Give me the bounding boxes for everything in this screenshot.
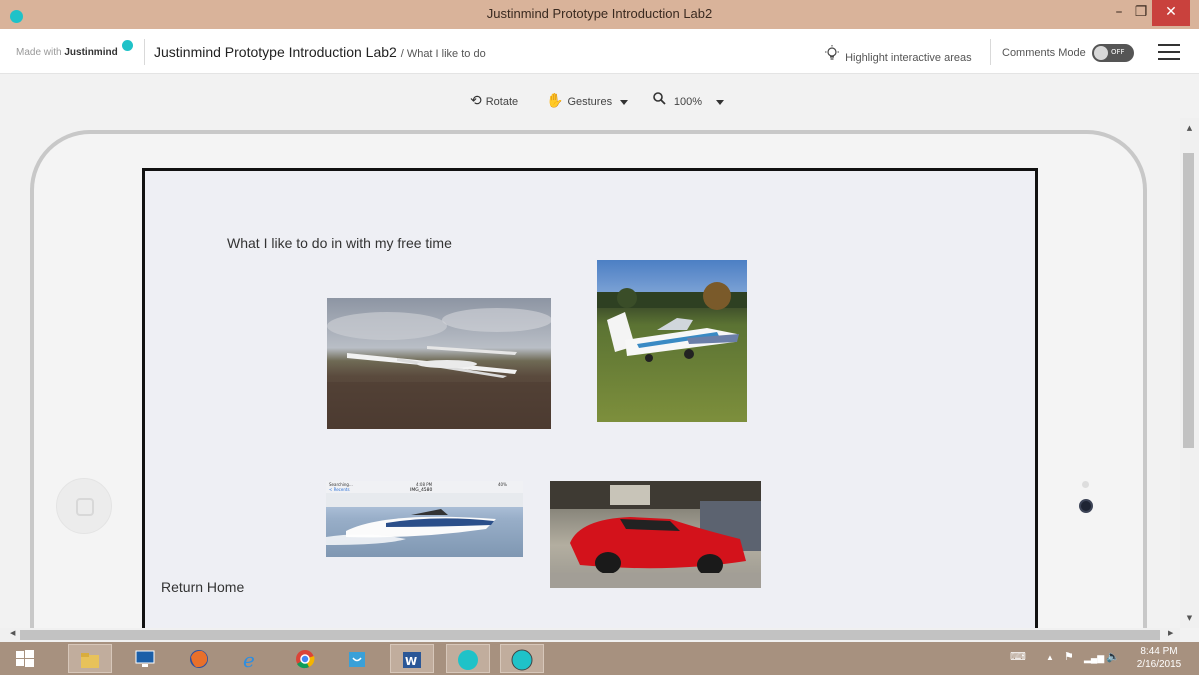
scroll-up-arrow-icon[interactable]: ▲ (1180, 124, 1199, 132)
taskbar-store[interactable] (336, 644, 380, 673)
clock-date: 2/16/2015 (1136, 659, 1182, 670)
windows-taskbar: e W ⌨ ▲ ⚑ ▂▄▆ 🔈 8:44 PM 2/16/2015 (0, 642, 1199, 675)
home-square-icon (76, 498, 94, 516)
signal-icon[interactable]: ▂▄▆ (1084, 653, 1104, 664)
hamburger-menu-icon[interactable] (1158, 44, 1180, 60)
rotate-icon: ⟲ (470, 92, 482, 108)
flag-icon[interactable]: ⚑ (1064, 650, 1074, 663)
highlight-label: Highlight interactive areas (845, 52, 972, 64)
camera-icon (1079, 499, 1093, 513)
rotate-button[interactable]: ⟲ Rotate (470, 92, 518, 109)
windows-logo-icon (16, 650, 34, 667)
tray-expand-icon[interactable]: ▲ (1046, 653, 1054, 662)
plane-drawing (597, 282, 747, 362)
magnifier-icon (653, 92, 670, 108)
store-icon (349, 652, 365, 667)
taskbar-chrome[interactable] (284, 644, 328, 673)
status-battery: 40% (498, 482, 507, 487)
taskbar-internet-explorer[interactable]: e (230, 644, 274, 673)
project-title: Justinmind Prototype Introduction Lab2 /… (154, 44, 486, 60)
gestures-label: Gestures (567, 96, 613, 108)
chevron-down-icon (716, 99, 725, 105)
volume-icon[interactable]: 🔈 (1106, 650, 1120, 663)
hand-icon: ✋ (546, 92, 564, 108)
svg-text:W: W (405, 655, 417, 668)
close-button[interactable]: ✕ (1152, 0, 1190, 26)
car-drawing (550, 481, 761, 588)
sensor-dot (1082, 481, 1089, 488)
comments-mode-label: Comments Mode (1002, 47, 1086, 59)
gestures-dropdown[interactable]: ✋ Gestures (546, 92, 629, 109)
return-home-link[interactable]: Return Home (161, 579, 244, 595)
taskbar-justinmind-active[interactable] (500, 644, 544, 673)
taskbar-word[interactable]: W (390, 644, 434, 673)
horizontal-scroll-thumb[interactable] (20, 630, 1160, 640)
keyboard-icon[interactable]: ⌨ (1010, 650, 1026, 663)
vertical-scroll-thumb[interactable] (1183, 153, 1194, 448)
vertical-scrollbar[interactable]: ▲ ▼ (1180, 118, 1199, 628)
boat-drawing: Searching... < Recents 4:08 PM IMG_4580 … (326, 481, 523, 545)
chevron-down-icon (620, 99, 629, 105)
firefox-icon (190, 650, 208, 668)
svg-text:e: e (243, 648, 255, 670)
horizontal-scrollbar[interactable]: ◀ ▶ (0, 628, 1180, 642)
window-titlebar: Justinmind Prototype Introduction Lab2 –… (0, 0, 1199, 29)
clock-time: 8:44 PM (1140, 646, 1178, 657)
app-header: Made with Justinmind Justinmind Prototyp… (0, 29, 1199, 74)
chrome-icon (296, 650, 315, 669)
taskbar-clock[interactable]: 8:44 PM 2/16/2015 (1128, 645, 1190, 671)
scroll-right-arrow-icon[interactable]: ▶ (1168, 629, 1173, 637)
header-divider-2 (990, 39, 991, 65)
made-with-label: Made with Justinmind (16, 47, 118, 58)
toggle-state: OFF (1111, 48, 1125, 56)
status-time: 4:08 PM (416, 482, 433, 487)
brand-name: Justinmind (64, 47, 118, 58)
rotate-label: Rotate (485, 96, 519, 108)
word-icon: W (403, 652, 421, 668)
justinmind-logo-icon (122, 40, 133, 51)
start-button[interactable] (4, 644, 48, 673)
window-title: Justinmind Prototype Introduction Lab2 (486, 6, 713, 21)
page-heading: What I like to do in with my free time (227, 235, 452, 251)
ie-icon: e (243, 648, 255, 670)
folder-icon (81, 653, 99, 668)
justinmind-icon (458, 650, 478, 670)
magnifier-svg (653, 92, 666, 105)
page-breadcrumb: / What I like to do (400, 48, 486, 60)
small-plane-photo (597, 260, 747, 422)
project-name: Justinmind Prototype Introduction Lab2 (154, 44, 397, 60)
home-button[interactable] (56, 478, 112, 534)
red-sports-car-photo (550, 481, 761, 588)
prototype-screen: What I like to do in with my free time S… (142, 168, 1038, 638)
comments-mode-toggle[interactable]: OFF (1092, 44, 1134, 62)
zoom-dropdown[interactable]: 100% (653, 92, 725, 108)
made-with-text: Made with (16, 47, 62, 58)
lightbulb-icon (824, 45, 842, 64)
simulation-toolbar: ⟲ Rotate ✋ Gestures 100% (0, 74, 1180, 126)
status-filename: IMG_4580 (410, 487, 433, 493)
lightbulb-svg (825, 45, 839, 60)
highlight-interactive-areas[interactable]: Highlight interactive areas (824, 45, 972, 64)
speedboat-photo: Searching... < Recents 4:08 PM IMG_4580 … (326, 481, 523, 557)
gliders-photo (327, 298, 551, 429)
scroll-left-arrow-icon[interactable]: ◀ (10, 629, 15, 637)
monitor-icon (135, 650, 155, 667)
header-divider (144, 39, 145, 65)
gliders-drawing (327, 308, 551, 429)
scroll-down-arrow-icon[interactable]: ▼ (1180, 614, 1199, 622)
zoom-value: 100% (673, 96, 703, 108)
toggle-knob (1094, 46, 1108, 60)
taskbar-justinmind[interactable] (446, 644, 490, 673)
justinmind-icon (511, 649, 533, 671)
taskbar-firefox[interactable] (178, 644, 222, 673)
taskbar-lenovo[interactable] (124, 644, 168, 673)
status-back: < Recents (329, 487, 350, 492)
taskbar-file-explorer[interactable] (68, 644, 112, 673)
